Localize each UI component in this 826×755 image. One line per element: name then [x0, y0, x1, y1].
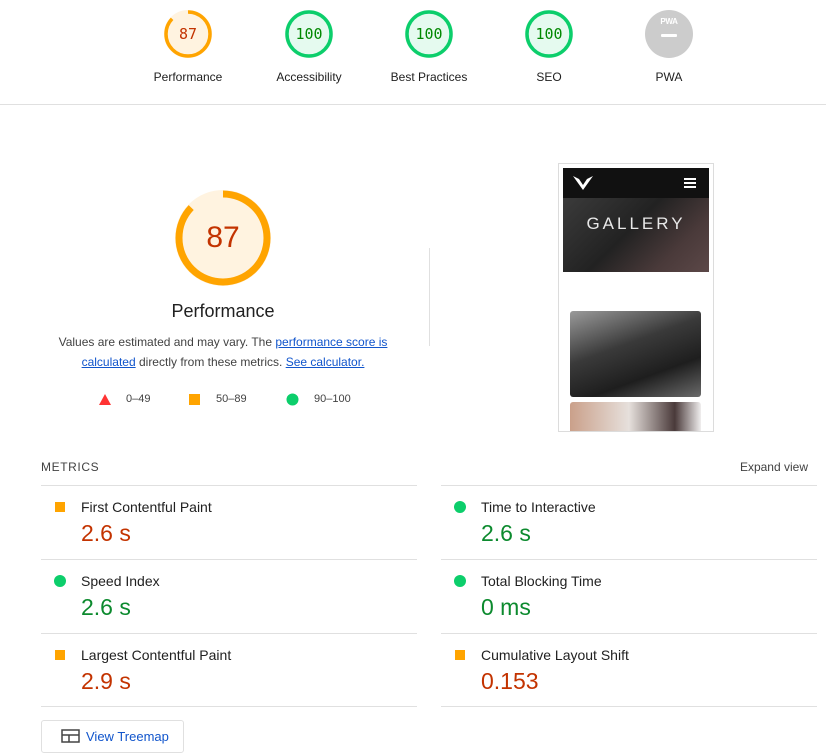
performance-title: Performance — [171, 301, 275, 321]
hamburger-menu-icon — [684, 178, 696, 188]
accessibility-score: 100 — [295, 25, 323, 43]
performance-score: 87 — [178, 25, 198, 43]
legend-range-average: 50–89 — [216, 393, 247, 405]
square-icon — [189, 394, 200, 405]
metric-first-contentful-paint: First Contentful Paint 2.6 s — [41, 486, 417, 559]
performance-label: Performance — [153, 70, 223, 84]
circle-icon — [286, 393, 299, 406]
metric-total-blocking-time: Total Blocking Time 0 ms — [441, 560, 817, 633]
metric-value: 2.6 s — [81, 594, 131, 620]
best-practices-ring: 100 — [405, 10, 453, 58]
expand-view-toggle[interactable]: Expand view — [708, 460, 808, 474]
gallery-heading: GALLERY — [586, 214, 686, 233]
pwa-badge-text: PWA — [660, 17, 678, 26]
accessibility-ring: 100 — [285, 10, 333, 58]
metric-name: Cumulative Layout Shift — [481, 647, 629, 663]
screenshot-header: GALLERY — [563, 168, 709, 272]
circle-icon — [454, 501, 466, 513]
performance-gauge[interactable]: 87 Performance — [128, 10, 248, 84]
seo-label: SEO — [536, 70, 562, 84]
metric-largest-contentful-paint: Largest Contentful Paint 2.9 s — [41, 634, 417, 707]
view-treemap-button[interactable]: View Treemap — [41, 720, 184, 753]
square-icon — [55, 650, 65, 660]
seo-ring: 100 — [525, 10, 573, 58]
accessibility-label: Accessibility — [276, 70, 342, 84]
circle-icon — [54, 575, 66, 587]
final-screenshot[interactable]: GALLERY — [558, 163, 714, 432]
performance-big-score: 87 — [206, 221, 240, 254]
legend-range-pass: 90–100 — [314, 393, 351, 405]
see-calculator-link[interactable]: See calculator. — [286, 355, 365, 369]
performance-explanation: Values are estimated and may vary. The p… — [50, 332, 396, 372]
metric-value: 2.6 s — [481, 520, 531, 546]
best-practices-label: Best Practices — [390, 70, 468, 84]
metric-name: Speed Index — [81, 573, 160, 589]
explain-text-2: directly from these metrics. — [135, 355, 286, 369]
metric-speed-index: Speed Index 2.6 s — [41, 560, 417, 633]
pwa-gauge[interactable]: PWA PWA — [609, 10, 729, 84]
square-icon — [55, 502, 65, 512]
metric-cumulative-layout-shift: Cumulative Layout Shift 0.153 — [441, 634, 817, 707]
performance-ring: 87 — [164, 10, 212, 58]
gallery-photo — [570, 311, 701, 397]
seo-gauge[interactable]: 100 SEO — [489, 10, 609, 84]
legend-range-fail: 0–49 — [126, 393, 151, 405]
metric-name: Total Blocking Time — [481, 573, 602, 589]
best-practices-score: 100 — [415, 25, 443, 43]
logo-icon — [573, 176, 593, 190]
pwa-label: PWA — [655, 70, 683, 84]
screenshot-nav — [563, 168, 709, 198]
metric-value: 2.9 s — [81, 668, 131, 694]
pwa-dash-icon — [661, 34, 677, 37]
metric-name: First Contentful Paint — [81, 499, 212, 515]
view-treemap-label: View Treemap — [86, 729, 169, 744]
metric-name: Largest Contentful Paint — [81, 647, 232, 663]
triangle-icon — [99, 394, 111, 405]
explain-text-1: Values are estimated and may vary. The — [58, 335, 276, 349]
metric-time-to-interactive: Time to Interactive 2.6 s — [441, 486, 817, 559]
best-practices-gauge[interactable]: 100 Best Practices — [369, 10, 489, 84]
seo-score: 100 — [535, 25, 563, 43]
metrics-heading: METRICS — [41, 460, 100, 474]
category-summary-bar: 87 Performance 100 Accessibility 100 Bes… — [0, 0, 826, 105]
section-divider — [429, 248, 430, 346]
metric-value: 0 ms — [481, 594, 531, 620]
screenshot-hero: GALLERY — [563, 198, 709, 272]
treemap-icon — [61, 729, 80, 743]
metric-value: 2.6 s — [81, 520, 131, 546]
accessibility-gauge[interactable]: 100 Accessibility — [249, 10, 369, 84]
metric-value: 0.153 — [481, 668, 539, 694]
metric-name: Time to Interactive — [481, 499, 596, 515]
pwa-badge-icon: PWA — [645, 10, 693, 58]
circle-icon — [454, 575, 466, 587]
square-icon — [455, 650, 465, 660]
gallery-photo — [570, 402, 701, 431]
